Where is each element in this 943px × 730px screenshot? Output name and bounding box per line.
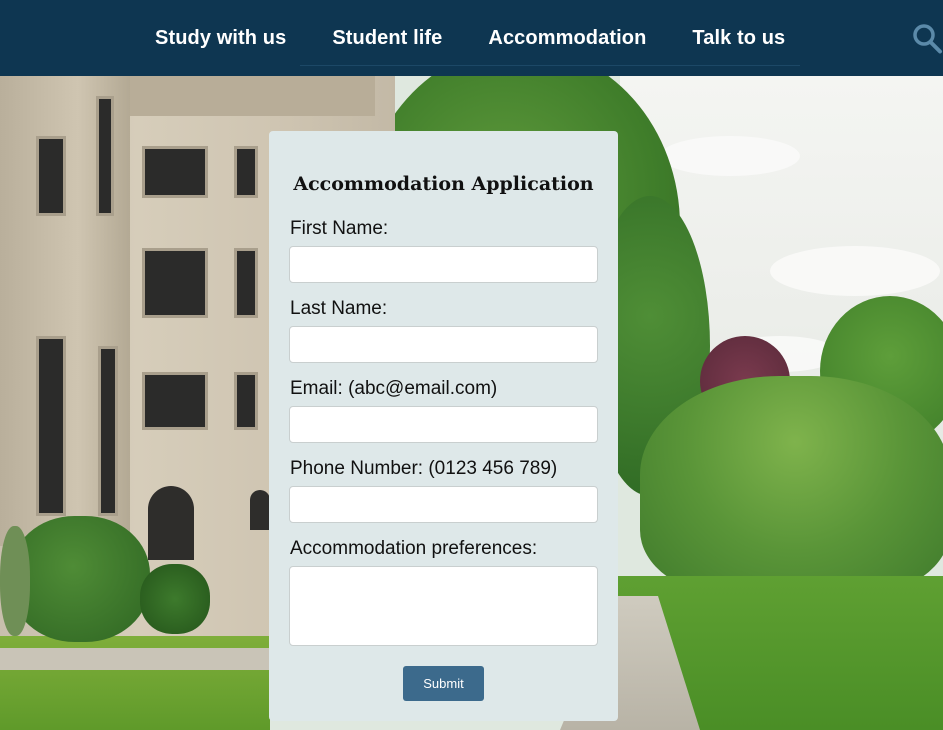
phone-number-input[interactable] xyxy=(289,486,598,523)
nav-item-study-with-us[interactable]: Study with us xyxy=(155,27,286,50)
last-name-label: Last Name: xyxy=(290,298,388,319)
top-navigation-bar: Study with us Student life Accommodation… xyxy=(0,0,943,76)
nav-divider xyxy=(300,65,800,66)
nav-item-talk-to-us[interactable]: Talk to us xyxy=(692,27,785,50)
search-icon xyxy=(913,24,942,54)
first-name-label: First Name: xyxy=(290,218,389,239)
email-label: Email: (abc@email.com) xyxy=(290,378,498,399)
form-title: Accommodation Application xyxy=(293,173,594,195)
phone-number-label: Phone Number: (0123 456 789) xyxy=(290,458,558,479)
nav-item-student-life[interactable]: Student life xyxy=(332,27,442,50)
accommodation-preferences-label: Accommodation preferences: xyxy=(290,538,538,559)
accommodation-application-form: Accommodation Application First Name: La… xyxy=(269,131,618,721)
last-name-input[interactable] xyxy=(289,326,598,363)
first-name-input[interactable] xyxy=(289,246,598,283)
accommodation-preferences-textarea[interactable] xyxy=(289,566,598,646)
email-input[interactable] xyxy=(289,406,598,443)
submit-button[interactable]: Submit xyxy=(403,666,484,701)
nav-item-accommodation[interactable]: Accommodation xyxy=(488,27,646,50)
search-button[interactable] xyxy=(912,22,943,54)
